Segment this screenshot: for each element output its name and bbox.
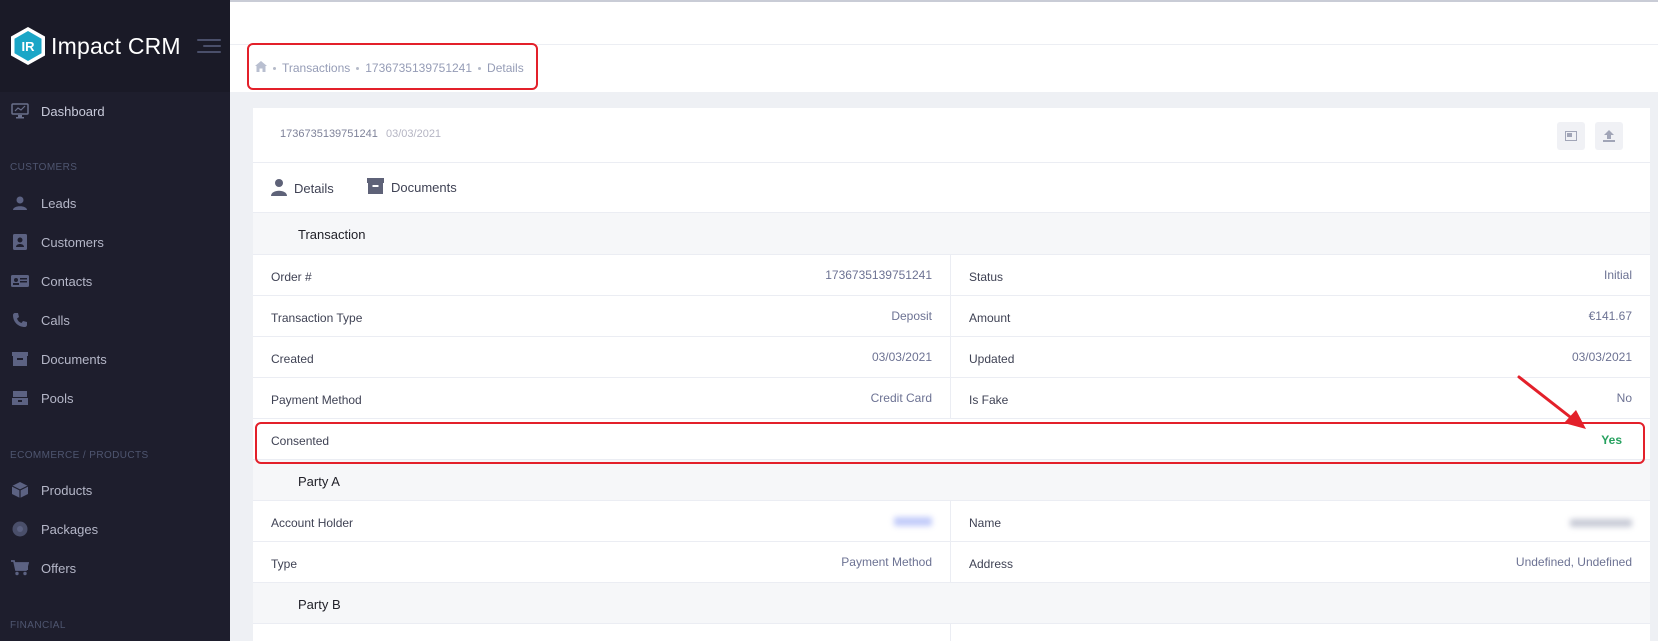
section-party-a: Party A (253, 459, 1650, 500)
account-holder-label: Account Holder (271, 516, 354, 530)
section-transaction: Transaction (253, 213, 1650, 254)
sidebar-item-label: Contacts (41, 273, 93, 289)
cube-icon (10, 482, 30, 498)
sidebar-item-label: Offers (41, 560, 77, 576)
tab-bar: Details Documents (253, 163, 1650, 213)
section-title: Transaction (298, 227, 366, 242)
tab-label: Documents (391, 180, 457, 195)
tab-details[interactable]: Details (271, 178, 334, 199)
transaction-id: 1736735139751241 (280, 128, 378, 140)
sidebar-item-customers[interactable]: Customers (10, 232, 104, 252)
order-value: 1736735139751241 (825, 268, 932, 282)
section-title: Party B (298, 597, 341, 612)
archive-icon (10, 351, 30, 367)
sidebar-item-packages[interactable]: Packages (10, 519, 98, 539)
is-fake-label: Is Fake (969, 393, 1009, 407)
status-label: Status (969, 270, 1004, 284)
sidebar-item-label: Calls (41, 312, 70, 328)
sidebar-item-label: Packages (41, 521, 99, 537)
archive-icon (367, 178, 384, 197)
logo-icon: IR (11, 27, 45, 65)
sidebar-item-label: Dashboard (41, 103, 105, 119)
section-financial: FINANCIAL (10, 620, 66, 631)
upload-button[interactable] (1595, 122, 1623, 150)
sidebar-item-pools[interactable]: Pools (10, 388, 74, 408)
amount-label: Amount (969, 311, 1011, 325)
top-bar (230, 0, 1658, 45)
name-label: Name (969, 516, 1002, 530)
sidebar-item-label: Leads (41, 195, 77, 211)
brand-name: Impact CRM (51, 32, 181, 59)
user-icon (10, 195, 30, 211)
section-party-b: Party B (253, 582, 1650, 623)
sidebar-item-label: Documents (41, 351, 107, 367)
breadcrumb-highlight (247, 43, 538, 90)
field-row: Transaction Type Deposit Amount €141.67 (253, 295, 1650, 337)
expand-button[interactable] (1557, 122, 1585, 150)
account-holder-value (894, 515, 932, 529)
window-icon (1565, 131, 1577, 141)
section-ecommerce: ECOMMERCE / PRODUCTS (10, 450, 149, 461)
consented-highlight (255, 422, 1645, 464)
address-value: Undefined, Undefined (1515, 555, 1632, 569)
field-row: Order # 1736735139751241 Status Initial (253, 254, 1650, 296)
section-customers: CUSTOMERS (10, 162, 78, 173)
sidebar-item-products[interactable]: Products (10, 480, 92, 500)
field-row: Account Holder Name (253, 500, 1650, 542)
order-label: Order # (271, 270, 312, 284)
field-row: Payment Method Credit Card Is Fake No (253, 377, 1650, 419)
box-icon (10, 390, 30, 406)
sidebar-item-label: Products (41, 482, 93, 498)
phone-icon (10, 312, 30, 328)
sidebar-item-dashboard[interactable]: Dashboard (10, 101, 105, 121)
updated-value: 03/03/2021 (1571, 350, 1632, 364)
package-icon (10, 521, 30, 537)
payment-method-label: Payment Method (271, 393, 362, 407)
name-value (1570, 516, 1632, 530)
sidebar: IR Impact CRM Dashboard CUSTOMERS Leads … (0, 0, 230, 641)
sidebar-item-offers[interactable]: Offers (10, 558, 76, 578)
transaction-card: 1736735139751241 03/03/2021 Details Docu… (253, 108, 1650, 641)
amount-value: €141.67 (1588, 309, 1632, 323)
transaction-type-label: Transaction Type (271, 311, 363, 325)
section-title: Party A (298, 474, 340, 489)
field-row: Type Payment Method Address Undefined, Und… (253, 541, 1650, 583)
sidebar-item-leads[interactable]: Leads (10, 193, 76, 213)
tab-documents[interactable]: Documents (367, 178, 457, 197)
user-icon (271, 178, 287, 199)
address-label: Address (969, 557, 1014, 571)
transaction-type-value: Deposit (891, 309, 932, 323)
svg-text:IR: IR (22, 39, 36, 54)
menu-toggle-icon[interactable] (196, 39, 221, 53)
transaction-date: 03/03/2021 (386, 128, 442, 140)
sidebar-item-calls[interactable]: Calls (10, 310, 70, 330)
tab-label: Details (294, 181, 334, 196)
contact-card-icon (10, 234, 30, 250)
is-fake-value: No (1616, 391, 1632, 405)
payment-method-value: Credit Card (870, 391, 932, 405)
status-value: Initial (1603, 268, 1632, 282)
monitor-icon (10, 103, 30, 119)
sidebar-item-documents[interactable]: Documents (10, 349, 107, 369)
sidebar-item-contacts[interactable]: Contacts (10, 271, 92, 291)
address-card-icon (10, 273, 30, 289)
cart-icon (10, 560, 30, 576)
field-row: Created 03/03/2021 Updated 03/03/2021 (253, 336, 1650, 378)
upload-icon (1603, 130, 1615, 142)
created-value: 03/03/2021 (871, 350, 932, 364)
updated-label: Updated (969, 352, 1015, 366)
field-row (253, 623, 1650, 641)
brand[interactable]: IR Impact CRM (0, 0, 230, 92)
type-label: Type (271, 557, 298, 571)
type-value: Payment Method (841, 555, 932, 569)
sidebar-item-label: Pools (41, 390, 74, 406)
card-header: 1736735139751241 03/03/2021 (253, 108, 1650, 163)
annotation-arrow-icon (1517, 375, 1586, 429)
created-label: Created (271, 352, 314, 366)
sidebar-item-label: Customers (41, 234, 104, 250)
